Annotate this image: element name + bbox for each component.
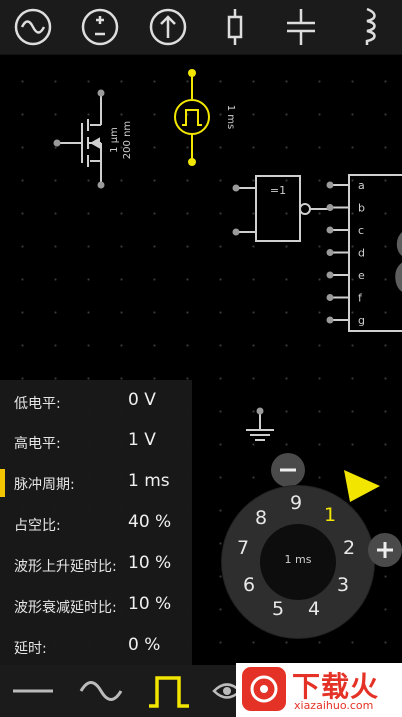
mosfet-component[interactable] <box>60 93 102 185</box>
dc-line-icon[interactable] <box>10 669 56 713</box>
segment-pin-label: b <box>358 202 365 215</box>
plus-icon <box>377 542 393 558</box>
param-row-delay[interactable]: 延时: 0 % <box>0 627 192 667</box>
param-label: 高电平: <box>14 436 61 452</box>
decrease-button[interactable] <box>271 453 305 487</box>
dial-center: 1 ms <box>260 524 336 600</box>
segment-pin-label: c <box>358 224 364 237</box>
segment-pin-terminal[interactable] <box>326 294 334 301</box>
dial-number[interactable]: 8 <box>251 507 271 529</box>
inductor-icon[interactable] <box>346 4 392 50</box>
dial-pointer-icon <box>344 470 380 502</box>
mosfet-length-label: 200 nm <box>122 121 133 159</box>
sine-wave-icon[interactable] <box>78 669 124 713</box>
param-label: 延时: <box>14 641 47 657</box>
dc-source-icon[interactable] <box>77 4 123 50</box>
xor-gate-label: =1 <box>270 184 286 197</box>
dial-center-value: 1 ms <box>284 553 312 566</box>
capacitor-icon[interactable] <box>278 4 324 50</box>
minus-icon <box>280 468 296 472</box>
watermark-url: xiazaihuo.com <box>294 699 374 712</box>
voltage-arrow-icon[interactable] <box>145 4 191 50</box>
dial-number[interactable]: 4 <box>304 598 324 620</box>
param-row-rise-time[interactable]: 波形上升延时比: 10 % <box>0 545 192 585</box>
dial-number[interactable]: 5 <box>268 598 288 620</box>
mosfet-width-label: 1 µm <box>109 127 120 153</box>
segment-pin-terminal[interactable] <box>326 249 334 256</box>
pulse-period-label: 1 ms <box>225 105 236 130</box>
param-label: 波形上升延时比: <box>14 559 117 575</box>
dial-number[interactable]: 2 <box>339 537 359 559</box>
pulse-source-component[interactable] <box>174 73 210 162</box>
segment-pin-label: g <box>358 314 365 327</box>
segment-digit: 8 <box>389 210 402 317</box>
param-value[interactable]: 40 % <box>128 512 184 532</box>
increase-button[interactable] <box>368 533 402 567</box>
segment-pin-label: e <box>358 269 365 282</box>
dial-number[interactable]: 6 <box>239 574 259 596</box>
param-label: 低电平: <box>14 396 61 412</box>
ground-component[interactable] <box>246 411 274 441</box>
param-row-duty-cycle[interactable]: 占空比: 40 % <box>0 504 192 544</box>
dial-number[interactable]: 7 <box>233 537 253 559</box>
watermark-badge: 下载火 xiazaihuo.com <box>236 663 402 717</box>
segment-pin-terminal[interactable] <box>326 316 334 324</box>
param-value[interactable]: 0 V <box>128 390 184 410</box>
segment-pin-terminal[interactable] <box>326 271 334 279</box>
segment-pin-label: a <box>358 179 365 192</box>
pulse-wave-icon[interactable] <box>146 669 192 713</box>
param-row-pulse-period[interactable]: 脉冲周期: 1 ms <box>0 463 192 503</box>
param-value[interactable]: 10 % <box>128 594 184 614</box>
resistor-icon[interactable] <box>212 4 258 50</box>
param-label: 波形衰减延时比: <box>14 600 117 616</box>
segment-pin-terminal[interactable] <box>326 204 334 211</box>
param-row-fall-time[interactable]: 波形衰减延时比: 10 % <box>0 586 192 626</box>
param-label: 占空比: <box>14 518 61 534</box>
param-label: 脉冲周期: <box>14 477 75 493</box>
top-toolbar <box>0 0 402 55</box>
dial-number[interactable]: 3 <box>333 574 353 596</box>
param-value[interactable]: 1 V <box>128 430 184 450</box>
segment-pin-terminal[interactable] <box>326 226 334 234</box>
segment-pin-terminal[interactable] <box>326 181 334 189</box>
ac-source-icon[interactable] <box>10 4 56 50</box>
segment-pin-label: f <box>358 292 363 305</box>
segment-pin-label: d <box>358 247 365 260</box>
param-row-low-level[interactable]: 低电平: 0 V <box>0 382 192 422</box>
watermark-logo-icon <box>242 667 286 711</box>
param-value[interactable]: 0 % <box>128 635 184 655</box>
param-value[interactable]: 10 % <box>128 553 184 573</box>
dial-number[interactable]: 9 <box>286 492 306 514</box>
dial-number[interactable]: 1 <box>320 504 340 526</box>
param-row-high-level[interactable]: 高电平: 1 V <box>0 422 192 462</box>
parameter-panel: 低电平: 0 V 高电平: 1 V 脉冲周期: 1 ms 占空比: 40 % 波… <box>0 380 192 665</box>
value-dial[interactable]: 1 2 3 4 5 6 7 8 9 1 ms <box>222 486 374 638</box>
param-value[interactable]: 1 ms <box>128 471 184 491</box>
